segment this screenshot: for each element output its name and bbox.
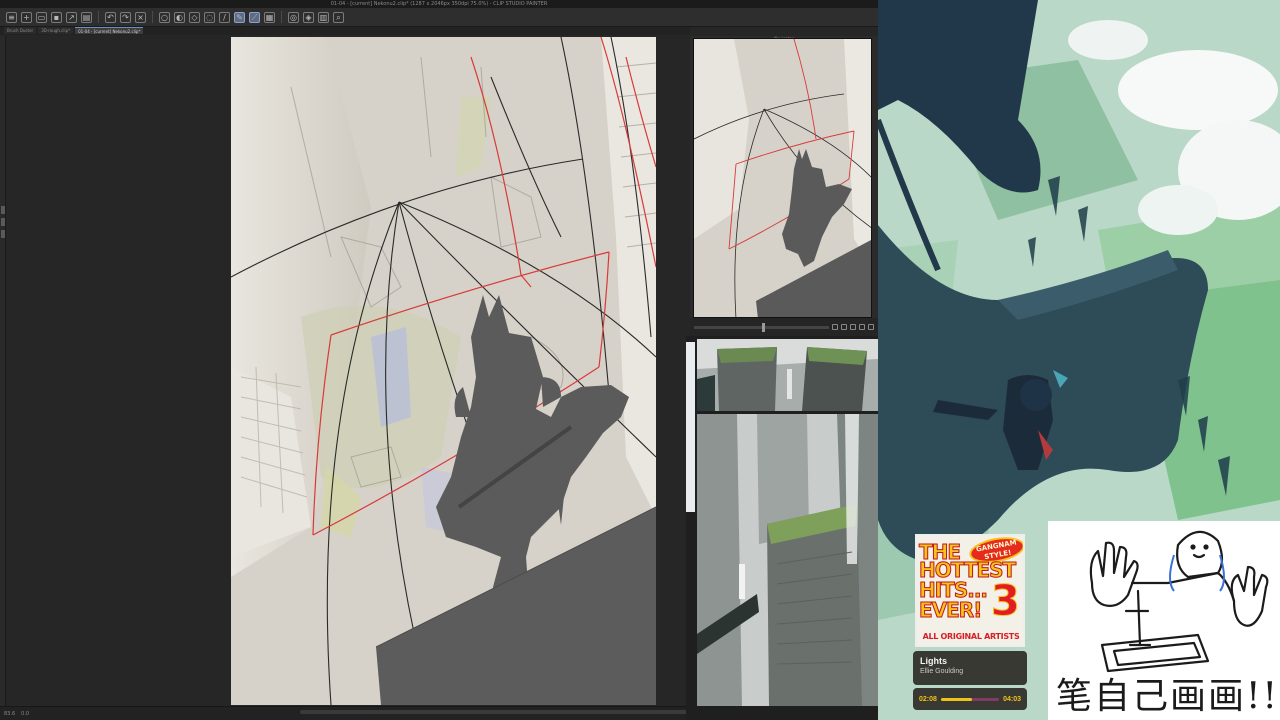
selection-icon[interactable]: ○ bbox=[159, 11, 170, 23]
webcam-doodle: 笔自己画画!!! bbox=[1048, 521, 1280, 720]
rotate-icon[interactable] bbox=[859, 324, 865, 330]
zoom-value[interactable]: 83.6 bbox=[4, 708, 15, 720]
reference-buildings-art bbox=[697, 339, 878, 411]
zoom-slider-knob[interactable] bbox=[761, 322, 765, 332]
navigator-thumbnail bbox=[694, 39, 871, 317]
playback-progress: 02:08 04:03 bbox=[913, 688, 1027, 710]
fit-icon[interactable] bbox=[850, 324, 856, 330]
perspective-icon[interactable]: ◈ bbox=[303, 11, 314, 23]
pen-icon[interactable]: / bbox=[219, 11, 230, 23]
flip-icon[interactable] bbox=[868, 324, 874, 330]
drawing-canvas[interactable] bbox=[231, 37, 656, 705]
brush-icon[interactable]: ✎ bbox=[234, 11, 245, 23]
track-info: Lights Ellie Goulding bbox=[913, 651, 1027, 685]
ruler-icon[interactable]: ⟋ bbox=[249, 11, 260, 23]
zoom-icon[interactable]: ⌕ bbox=[333, 11, 344, 23]
zoom-slider[interactable] bbox=[694, 322, 829, 332]
clear-icon[interactable]: × bbox=[135, 11, 146, 23]
tab-3d-rough[interactable]: 3D-rough.clip* bbox=[38, 27, 74, 34]
navigator-preview[interactable] bbox=[693, 38, 872, 318]
transform-icon[interactable]: ◇ bbox=[189, 11, 200, 23]
track-title: Lights bbox=[920, 656, 947, 666]
progress-bar[interactable] bbox=[940, 697, 1000, 701]
rail-handle[interactable] bbox=[1, 206, 5, 214]
rail-handle[interactable] bbox=[1, 230, 5, 238]
canvas-artwork bbox=[231, 37, 656, 705]
doodle-caption: 笔自己画画!!! bbox=[1056, 676, 1280, 717]
reference-tower-art bbox=[697, 414, 878, 706]
album-subtitle: ALL ORIGINAL ARTISTS bbox=[922, 632, 1020, 641]
redo-icon[interactable]: ↷ bbox=[120, 11, 131, 23]
angle-value[interactable]: 0.0 bbox=[21, 708, 29, 720]
zoom-in-icon[interactable] bbox=[832, 324, 838, 330]
new-file-icon[interactable]: + bbox=[21, 11, 32, 23]
symmetry-icon[interactable]: ▥ bbox=[318, 11, 329, 23]
lasso-icon[interactable]: ◌ bbox=[204, 11, 215, 23]
toolbar-divider bbox=[152, 11, 153, 23]
navigator-controls bbox=[690, 318, 878, 336]
reference-panel bbox=[686, 336, 878, 720]
fill-icon[interactable]: ◐ bbox=[174, 11, 185, 23]
save-icon[interactable]: ▪ bbox=[51, 11, 62, 23]
album-title-line4: EVER! bbox=[918, 598, 982, 623]
zoom-out-icon[interactable] bbox=[841, 324, 847, 330]
time-elapsed: 02:08 bbox=[919, 695, 937, 703]
export-icon[interactable]: ↗ bbox=[66, 11, 77, 23]
toolbar-divider bbox=[98, 11, 99, 23]
progress-bar-fill bbox=[940, 697, 972, 701]
print-icon[interactable]: ▤ bbox=[81, 11, 92, 23]
tab-nekonu2[interactable]: 01-04 - [current] Nekonu2.clip* bbox=[75, 27, 144, 34]
undo-icon[interactable]: ↶ bbox=[105, 11, 116, 23]
snap-icon[interactable]: ◎ bbox=[288, 11, 299, 23]
window-title: 01-04 - [current] Nekonu2.clip* (1287 x … bbox=[0, 0, 878, 8]
menu-icon[interactable]: ≡ bbox=[6, 11, 17, 23]
album-number: 3 bbox=[990, 576, 1020, 626]
reference-sidebar bbox=[686, 342, 695, 512]
open-icon[interactable]: ▭ bbox=[36, 11, 47, 23]
time-total: 04:03 bbox=[1003, 695, 1021, 703]
tab-brush-duster[interactable]: Brush Duster bbox=[4, 27, 37, 34]
reference-image-buildings[interactable] bbox=[697, 339, 878, 411]
now-playing-widget: GANGNAM STYLE! THE HOTTEST HITS... EVER!… bbox=[913, 532, 1027, 712]
track-artist: Ellie Goulding bbox=[920, 668, 964, 675]
reference-image-tower[interactable] bbox=[697, 414, 878, 706]
rail-handle[interactable] bbox=[1, 218, 5, 226]
horizontal-scrollbar[interactable] bbox=[300, 710, 688, 714]
navigator-panel: Navigator bbox=[690, 36, 878, 336]
toolbar-divider bbox=[281, 11, 282, 23]
album-cover: GANGNAM STYLE! THE HOTTEST HITS... EVER!… bbox=[915, 534, 1025, 647]
document-tabs: Brush Duster 3D-rough.clip* 01-04 - [cur… bbox=[0, 27, 690, 35]
layer-icon[interactable]: ▦ bbox=[264, 11, 275, 23]
main-toolbar: ≡ + ▭ ▪ ↗ ▤ ↶ ↷ × ○ ◐ ◇ ◌ / ✎ ⟋ ▦ ◎ ◈ ▥ … bbox=[0, 8, 878, 27]
